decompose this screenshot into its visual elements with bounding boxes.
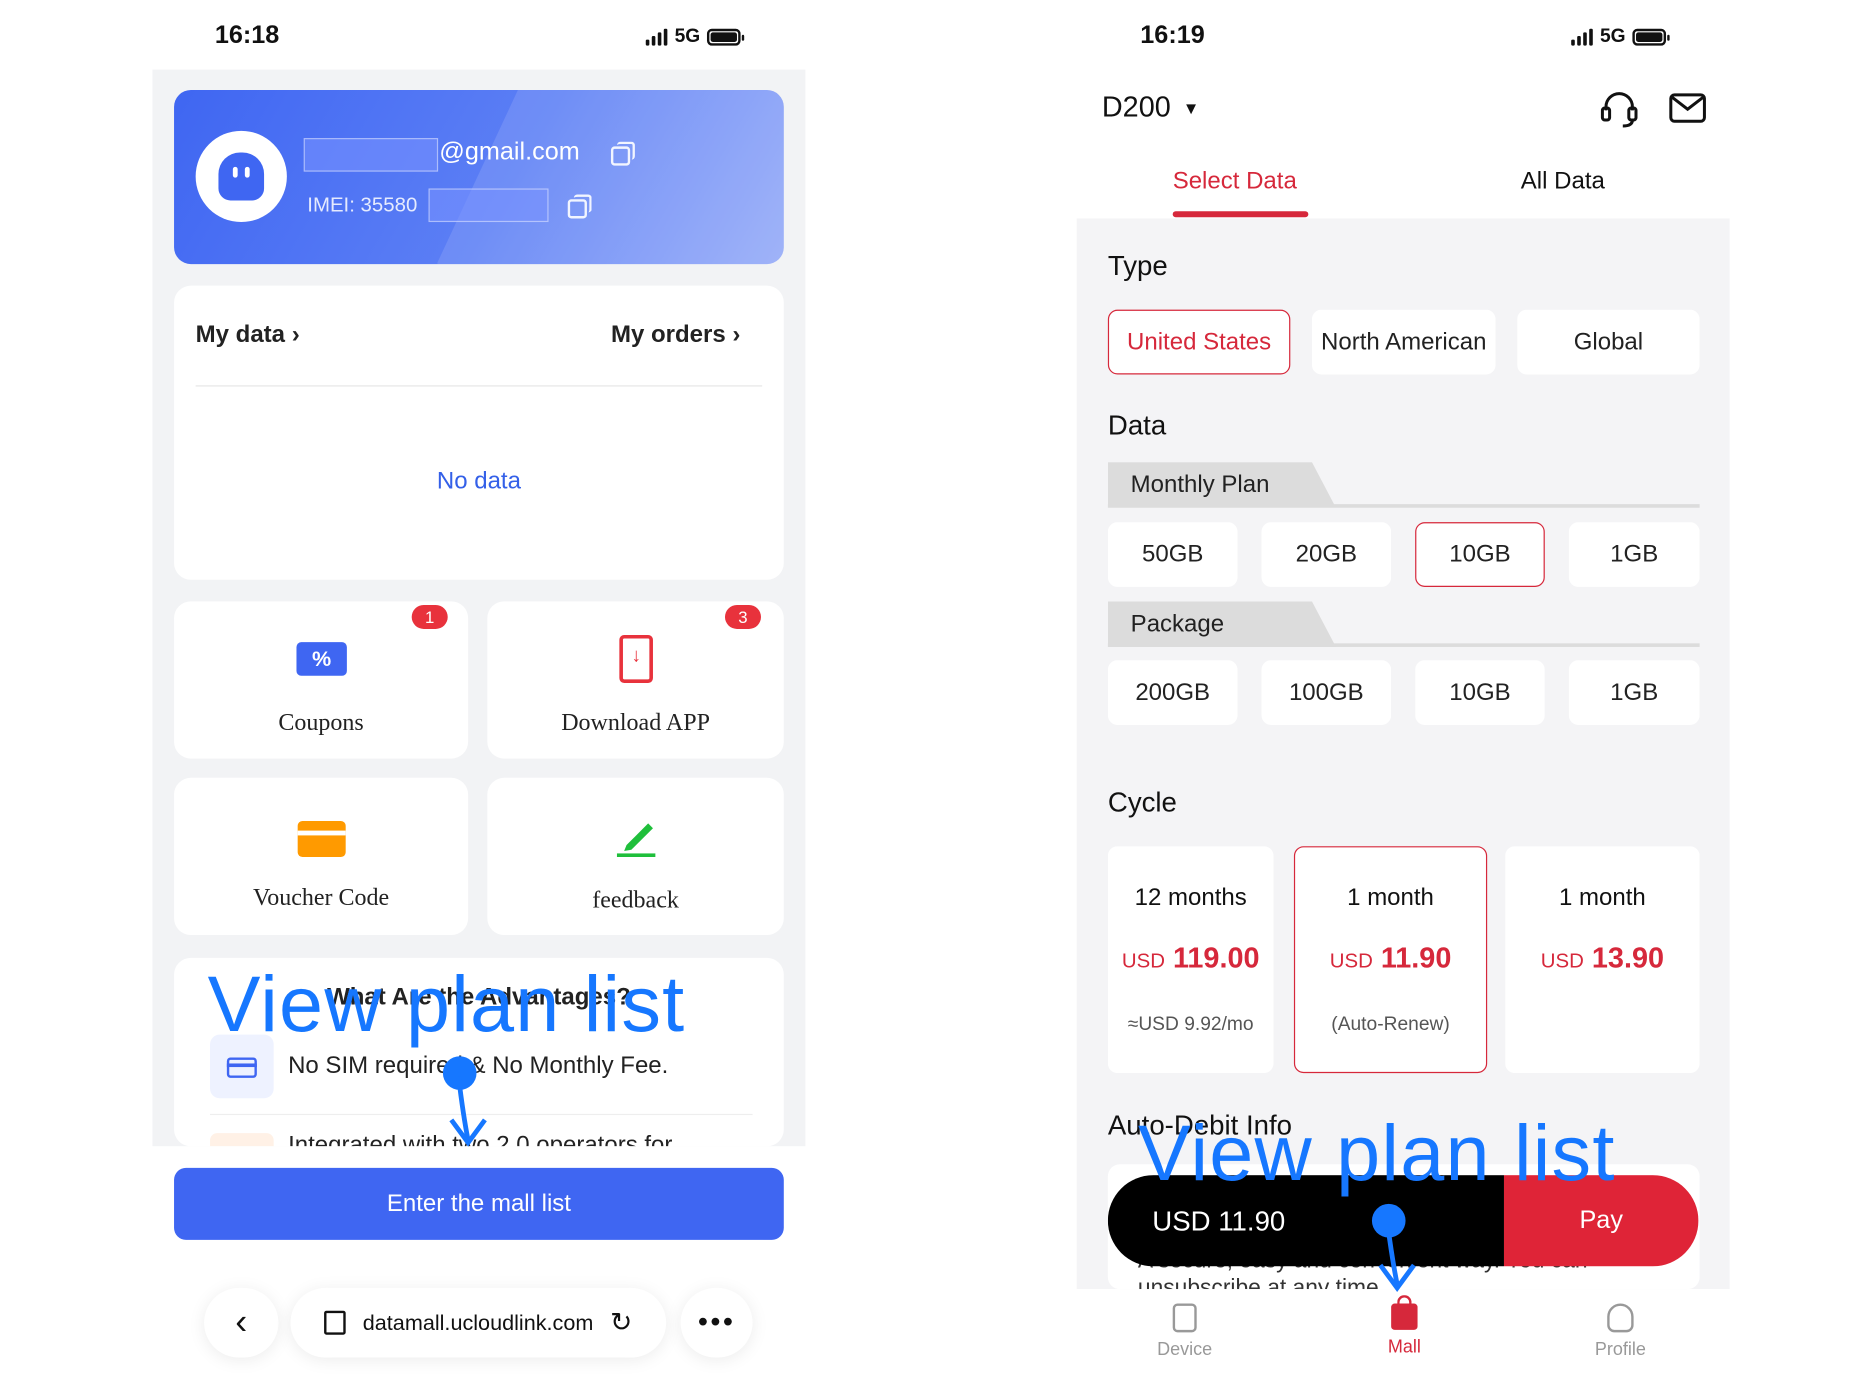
- nav-mall[interactable]: Mall: [1356, 1295, 1452, 1358]
- avatar-icon: [218, 152, 265, 201]
- cycle-price: USD 13.90: [1540, 942, 1664, 975]
- address-bar[interactable]: datamall.ucloudlink.com ↻: [290, 1287, 667, 1358]
- headset-icon[interactable]: [1599, 89, 1640, 130]
- arrow-icon: [1378, 1223, 1416, 1292]
- cycle-term: 12 months: [1134, 884, 1247, 912]
- download-app-label: Download APP: [561, 709, 710, 736]
- nav-device[interactable]: Device: [1137, 1303, 1233, 1360]
- status-indicators: 5G: [645, 26, 745, 48]
- data-option[interactable]: 10GB: [1415, 660, 1545, 725]
- copy-email-icon[interactable]: [610, 141, 635, 166]
- network-label: 5G: [674, 26, 701, 47]
- redacted-email: [303, 138, 439, 172]
- caret-down-icon: ▼: [1182, 98, 1200, 118]
- data-option[interactable]: 10GB: [1415, 522, 1545, 587]
- cycle-note: (Auto-Renew): [1331, 1014, 1450, 1035]
- advantage-item: Integrated with two 2.0 operators for: [288, 1131, 673, 1147]
- copy-imei-icon[interactable]: [567, 194, 592, 219]
- annotation-text: View plan list: [207, 959, 686, 1048]
- phone-download-icon: ↓: [619, 634, 653, 683]
- cycle-option[interactable]: 1 month USD 11.90 (Auto-Renew): [1293, 846, 1488, 1074]
- data-option[interactable]: 50GB: [1107, 522, 1238, 587]
- nav-profile[interactable]: Profile: [1572, 1303, 1668, 1360]
- package-header: Package: [1107, 601, 1336, 647]
- status-indicators: 5G: [1571, 26, 1671, 48]
- tab-select-data[interactable]: Select Data: [1173, 168, 1297, 196]
- divider: [1107, 504, 1700, 508]
- data-option[interactable]: 1GB: [1568, 660, 1700, 725]
- network-label: 5G: [1599, 26, 1626, 47]
- data-title: Data: [1107, 409, 1167, 441]
- cycle-title: Cycle: [1107, 786, 1177, 818]
- advantage-icon: [210, 1133, 274, 1147]
- coupons-badge: 1: [411, 604, 448, 629]
- card-icon: [297, 821, 346, 858]
- chevron-right-icon: ›: [725, 321, 741, 349]
- chevron-left-icon: ‹: [235, 1302, 248, 1342]
- cycle-option[interactable]: 12 months USD 119.00 ≈USD 9.92/mo: [1107, 846, 1274, 1074]
- more-button[interactable]: •••: [680, 1287, 753, 1358]
- imei-text: IMEI: 35580: [307, 193, 418, 217]
- feedback-label: feedback: [592, 887, 679, 914]
- signal-icon: [645, 28, 668, 46]
- reload-icon[interactable]: ↻: [610, 1307, 632, 1338]
- annotation-text: View plan list: [1137, 1107, 1616, 1197]
- bag-icon: [1391, 1295, 1418, 1330]
- cycle-term: 1 month: [1347, 884, 1434, 912]
- cycle-term: 1 month: [1559, 884, 1646, 912]
- avatar[interactable]: [195, 130, 287, 223]
- profile-icon: [1607, 1303, 1634, 1333]
- auto-debit-text: unsubscribe at any time.: [1137, 1275, 1386, 1290]
- pencil-icon: [615, 814, 658, 858]
- data-option[interactable]: 100GB: [1261, 660, 1392, 725]
- chevron-right-icon: ›: [285, 321, 300, 349]
- type-option[interactable]: North American: [1311, 309, 1496, 375]
- tab-all-data[interactable]: All Data: [1521, 168, 1605, 196]
- tab-indicator: [1172, 211, 1309, 218]
- divider: [1107, 643, 1700, 647]
- cycle-price: USD 119.00: [1121, 942, 1260, 975]
- url-text: datamall.ucloudlink.com: [362, 1310, 594, 1335]
- coupon-icon: %: [296, 642, 347, 676]
- empty-state: No data: [436, 468, 521, 495]
- signal-icon: [1571, 28, 1593, 46]
- divider: [195, 385, 763, 387]
- data-option[interactable]: 200GB: [1107, 660, 1238, 725]
- more-icon: •••: [697, 1305, 736, 1339]
- data-option[interactable]: 20GB: [1261, 522, 1392, 587]
- back-button[interactable]: ‹: [204, 1287, 279, 1358]
- cycle-price: USD 11.90: [1329, 942, 1452, 975]
- mail-icon[interactable]: [1668, 91, 1706, 125]
- my-orders-link[interactable]: My orders ›: [611, 322, 740, 350]
- enter-mall-button[interactable]: Enter the mall list: [174, 1167, 784, 1240]
- battery-icon: [707, 28, 745, 46]
- type-option[interactable]: Global: [1517, 309, 1700, 375]
- status-time: 16:18: [214, 21, 280, 50]
- redacted-imei: [428, 188, 549, 223]
- voucher-code-label: Voucher Code: [252, 884, 390, 912]
- battery-icon: [1632, 28, 1671, 46]
- email-text: @gmail.com: [439, 138, 580, 166]
- download-app-badge: 3: [724, 604, 761, 629]
- my-data-link[interactable]: My data ›: [196, 322, 300, 350]
- page-icon: [324, 1310, 346, 1335]
- monthly-plan-header: Monthly Plan: [1107, 462, 1336, 508]
- cycle-option[interactable]: 1 month USD 13.90: [1505, 846, 1700, 1074]
- device-name: D200: [1101, 91, 1171, 124]
- arrow-icon: [449, 1076, 487, 1147]
- device-selector[interactable]: D200 ▼: [1102, 91, 1200, 125]
- status-time: 16:19: [1140, 21, 1205, 50]
- type-option[interactable]: United States: [1107, 309, 1291, 375]
- coupons-label: Coupons: [278, 709, 364, 736]
- cycle-note: ≈USD 9.92/mo: [1127, 1014, 1254, 1035]
- type-title: Type: [1107, 249, 1168, 281]
- data-option[interactable]: 1GB: [1568, 522, 1700, 587]
- device-icon: [1172, 1303, 1197, 1333]
